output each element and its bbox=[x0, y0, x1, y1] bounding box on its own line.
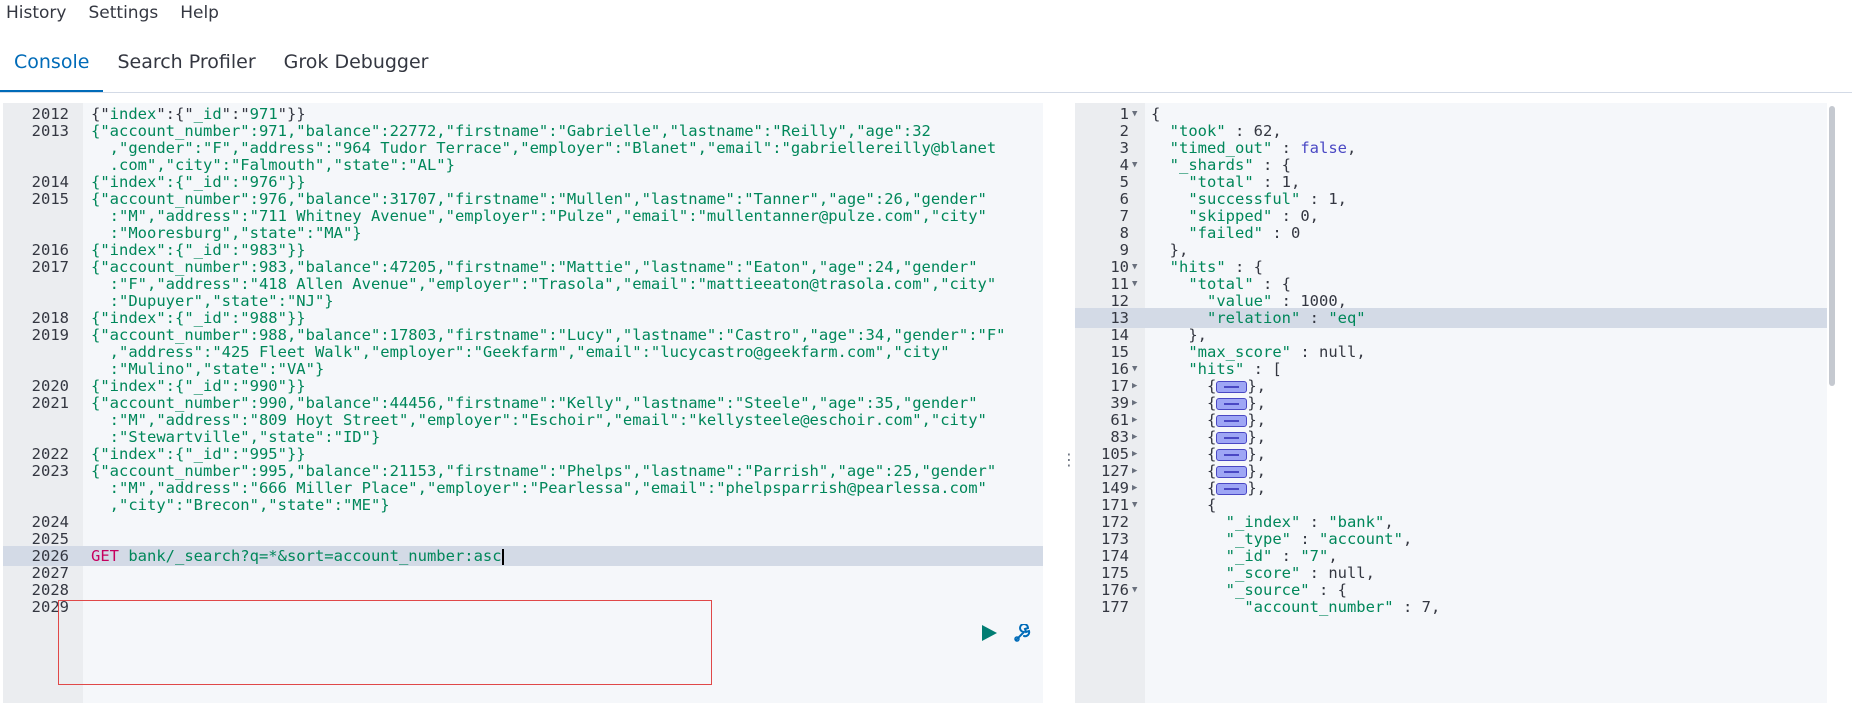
fold-placeholder-icon[interactable] bbox=[1216, 465, 1248, 478]
fold-placeholder-icon[interactable] bbox=[1216, 482, 1248, 495]
response-viewer[interactable]: 1 ▼{2 "took" : 62, 3 "timed_out" : false, 4… bbox=[1075, 103, 1827, 703]
menu-help[interactable]: Help bbox=[180, 3, 219, 23]
tab-console[interactable]: Console bbox=[0, 42, 104, 92]
fold-placeholder-icon[interactable] bbox=[1216, 448, 1248, 461]
fold-placeholder-icon[interactable] bbox=[1216, 414, 1248, 427]
tab-bar: Console Search Profiler Grok Debugger bbox=[0, 42, 1852, 93]
menu-history[interactable]: History bbox=[6, 3, 66, 23]
response-scrollbar[interactable] bbox=[1829, 106, 1835, 386]
code-text: "account_number" : 7, bbox=[1151, 597, 1440, 617]
line-number: 177 bbox=[1101, 598, 1129, 616]
response-line: 177 "account_number" : 7, bbox=[1075, 597, 1827, 617]
code-token: , bbox=[1430, 598, 1441, 616]
play-icon[interactable] bbox=[980, 624, 998, 642]
tab-grok-debugger[interactable]: Grok Debugger bbox=[270, 42, 443, 92]
fold-placeholder-icon[interactable] bbox=[1216, 380, 1248, 393]
wrench-icon[interactable] bbox=[1012, 624, 1034, 644]
menu-settings[interactable]: Settings bbox=[88, 3, 158, 23]
code-token: 7 bbox=[1421, 598, 1431, 616]
fold-placeholder-icon[interactable] bbox=[1216, 397, 1248, 410]
selection-highlight-box bbox=[58, 600, 712, 685]
code-token: : bbox=[1393, 598, 1422, 616]
top-menu-bar: History Settings Help bbox=[0, 0, 235, 26]
tab-search-profiler[interactable]: Search Profiler bbox=[103, 42, 269, 92]
code-token: "account_number" bbox=[1151, 598, 1394, 616]
fold-placeholder-icon[interactable] bbox=[1216, 431, 1248, 444]
